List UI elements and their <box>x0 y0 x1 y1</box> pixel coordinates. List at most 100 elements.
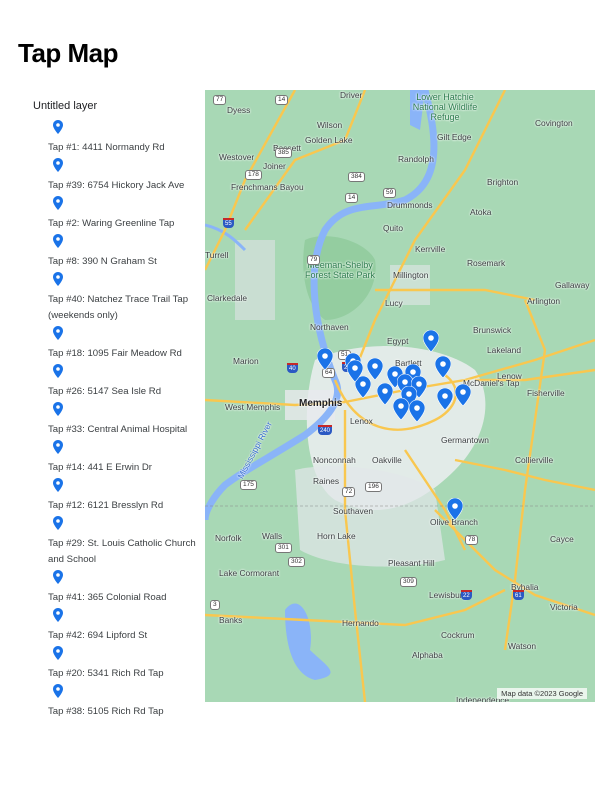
place-label: Banks <box>219 615 243 625</box>
place-label: Fisherville <box>527 388 565 398</box>
place-label: Golden Lake <box>305 135 353 145</box>
route-shield: 384 <box>348 172 365 182</box>
place-label: Gallaway <box>555 280 590 290</box>
list-item-label: Tap #18: 1095 Fair Meadow Rd <box>48 348 182 359</box>
place-label: Pleasant Hill <box>388 558 435 568</box>
map-marker[interactable] <box>377 383 393 405</box>
map-marker[interactable] <box>437 388 453 410</box>
list-item[interactable]: Tap #14: 441 E Erwin Dr <box>48 440 198 476</box>
place-label: Lucy <box>385 298 403 308</box>
place-label: Arlington <box>527 296 561 306</box>
map-pin-icon <box>53 234 63 248</box>
list-item-label: Tap #20: 5341 Rich Rd Tap <box>48 668 164 679</box>
map-pin-icon <box>53 608 63 622</box>
place-label: Lake Cormorant <box>219 568 280 578</box>
route-shield: 385 <box>275 148 292 158</box>
place-label: Driver <box>340 90 363 100</box>
place-label: Brighton <box>487 177 519 187</box>
place-label: Frenchmans Bayou <box>231 182 304 192</box>
route-shield: 14 <box>345 193 359 203</box>
list-item-label: Tap #40: Natchez Trace Trail Tap (weeken… <box>48 294 189 321</box>
place-label: Dyess <box>227 105 251 115</box>
route-shield: 14 <box>275 95 289 105</box>
route-shield: 240 <box>318 425 333 435</box>
list-item[interactable]: Tap #33: Central Animal Hospital <box>48 402 198 438</box>
list-item[interactable]: Tap #40: Natchez Trace Trail Tap (weeken… <box>48 272 198 324</box>
place-label: Southaven <box>333 506 374 516</box>
list-item[interactable]: Tap #42: 694 Lipford St <box>48 608 198 644</box>
place-label: Quito <box>383 223 404 233</box>
map-marker[interactable] <box>409 400 425 422</box>
place-label: Atoka <box>470 207 492 217</box>
list-item-label: Tap #12: 6121 Bresslyn Rd <box>48 500 164 511</box>
layer-name: Untitled layer <box>33 100 98 112</box>
map-pin-icon <box>53 402 63 416</box>
list-item-label: Tap #14: 441 E Erwin Dr <box>48 462 152 473</box>
list-item[interactable]: Tap #20: 5341 Rich Rd Tap <box>48 646 198 682</box>
route-shield: 196 <box>365 482 382 492</box>
place-label: Covington <box>535 118 573 128</box>
route-shield: 72 <box>342 487 356 497</box>
list-item[interactable]: Tap #18: 1095 Fair Meadow Rd <box>48 326 198 362</box>
route-shield: 61 <box>513 590 524 600</box>
route-shield: 175 <box>240 480 257 490</box>
list-item[interactable]: Tap #39: 6754 Hickory Jack Ave <box>48 158 198 194</box>
list-item[interactable]: Tap #2: Waring Greenline Tap <box>48 196 198 232</box>
map-marker[interactable] <box>423 330 439 352</box>
place-label: Watson <box>508 641 537 651</box>
map-pin-icon <box>53 196 63 210</box>
place-label: Alphaba <box>412 650 443 660</box>
map-marker[interactable] <box>317 348 333 370</box>
list-item-label: Tap #8: 390 N Graham St <box>48 256 157 267</box>
map-marker[interactable] <box>455 384 471 406</box>
place-label: Gilt Edge <box>437 132 472 142</box>
route-shield: 178 <box>245 170 262 180</box>
map-marker[interactable] <box>393 398 409 420</box>
place-label: McDaniel's Tap <box>463 378 520 388</box>
route-shield: 55 <box>223 218 234 228</box>
place-label: Randolph <box>398 154 434 164</box>
list-item-label: Tap #33: Central Animal Hospital <box>48 424 188 435</box>
place-label: Walls <box>262 531 283 541</box>
park-label: Lower Hatchie National Wildlife Refuge <box>412 92 478 122</box>
place-label: West Memphis <box>225 402 281 412</box>
map-view[interactable]: DriverDyessWilsonGolden LakeBassettWesto… <box>205 90 595 702</box>
list-item[interactable]: Tap #38: 5105 Rich Rd Tap <box>48 684 198 720</box>
map-pin-icon <box>53 272 63 286</box>
place-label: Millington <box>393 270 429 280</box>
route-shield: 301 <box>275 543 292 553</box>
list-item[interactable]: Tap #26: 5147 Sea Isle Rd <box>48 364 198 400</box>
page-title: Tap Map <box>18 38 119 68</box>
map-pin-icon <box>53 684 63 698</box>
place-label: Marion <box>233 356 259 366</box>
map-pin-icon <box>53 120 63 134</box>
map-attribution: Map data ©2023 Google <box>497 688 587 699</box>
list-item-label: Tap #42: 694 Lipford St <box>48 630 148 641</box>
place-label: Cockrum <box>441 630 475 640</box>
list-item-label: Tap #26: 5147 Sea Isle Rd <box>48 386 162 397</box>
map-pin-icon <box>53 326 63 340</box>
map-marker[interactable] <box>347 360 363 382</box>
place-label: Lakeland <box>487 345 521 355</box>
map-pin-icon <box>53 570 63 584</box>
place-label: Oakville <box>372 455 402 465</box>
route-shield: 78 <box>465 535 479 545</box>
map-marker[interactable] <box>435 356 451 378</box>
route-shield: 79 <box>307 255 321 265</box>
route-shield: 77 <box>213 95 227 105</box>
list-item[interactable]: Tap #1: 4411 Normandy Rd <box>48 120 198 156</box>
list-item[interactable]: Tap #41: 365 Colonial Road <box>48 570 198 606</box>
map-pin-icon <box>53 478 63 492</box>
place-label: Turrell <box>205 250 229 260</box>
map-marker[interactable] <box>447 498 463 520</box>
place-label: Germantown <box>441 435 489 445</box>
list-item[interactable]: Tap #8: 390 N Graham St <box>48 234 198 270</box>
route-shield: 40 <box>287 363 298 373</box>
list-item[interactable]: Tap #12: 6121 Bresslyn Rd <box>48 478 198 514</box>
map-pin-icon <box>53 364 63 378</box>
urban-area-clarkedale <box>235 240 275 320</box>
place-label: Raines <box>313 476 340 486</box>
route-shield: 3 <box>210 600 220 610</box>
list-item[interactable]: Tap #29: St. Louis Catholic Church and S… <box>48 516 198 568</box>
route-shield: 302 <box>288 557 305 567</box>
